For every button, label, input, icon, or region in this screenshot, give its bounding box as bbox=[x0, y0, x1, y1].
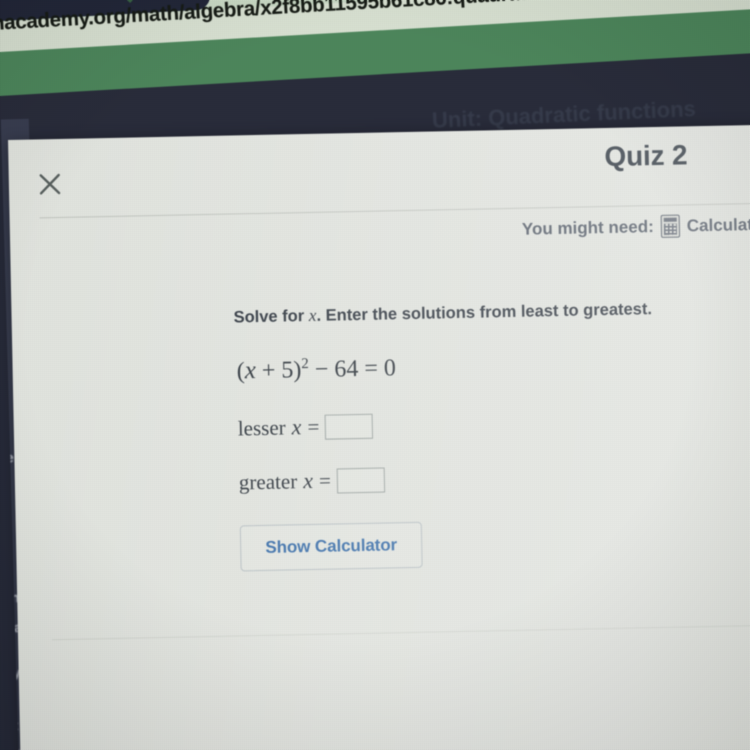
equation-inner-constant: 5 bbox=[281, 357, 294, 384]
equation-minus-term: − 64 bbox=[308, 355, 365, 384]
prompt-part-before: Solve for bbox=[233, 307, 309, 327]
quiz-modal-header: Quiz 2 bbox=[8, 124, 750, 218]
prompt-part-after: . Enter the solutions from least to grea… bbox=[316, 300, 653, 325]
calculator-link[interactable]: Calculator bbox=[687, 214, 750, 236]
body-divider bbox=[52, 624, 750, 641]
show-calculator-button[interactable]: Show Calculator bbox=[239, 521, 423, 572]
answer-row-lesser: lesser x = bbox=[238, 413, 374, 442]
might-need-row: You might need: Calculator bbox=[522, 213, 750, 241]
answer-row-greater: greater x = bbox=[238, 467, 386, 496]
question-prompt: Solve for x. Enter the solutions from le… bbox=[233, 299, 652, 327]
might-need-label: You might need: bbox=[521, 216, 654, 239]
screen-photo: nacademy.org/math/algebra/x2f8bb11595b61… bbox=[0, 0, 750, 750]
greater-label-prefix: greater bbox=[238, 468, 298, 494]
greater-label-equals: = bbox=[318, 468, 332, 493]
equation: (x + 5)2 − 64 = 0 bbox=[236, 354, 396, 385]
close-icon[interactable] bbox=[37, 171, 64, 198]
lesser-label-prefix: lesser bbox=[237, 414, 286, 440]
greater-answer-input[interactable] bbox=[336, 467, 386, 493]
page-title: Quiz 2 bbox=[604, 139, 688, 173]
lesser-label-variable: x bbox=[291, 414, 302, 440]
lesser-answer-input[interactable] bbox=[325, 413, 374, 440]
greater-label-variable: x bbox=[302, 467, 314, 494]
equation-equals: = 0 bbox=[364, 355, 397, 382]
quiz-modal: Quiz 2 You might need: Calculator Solve … bbox=[8, 124, 750, 750]
equation-variable: x bbox=[244, 357, 257, 385]
equation-plus: + bbox=[255, 357, 282, 385]
calculator-icon[interactable] bbox=[660, 214, 680, 238]
lesser-label-equals: = bbox=[307, 414, 320, 439]
